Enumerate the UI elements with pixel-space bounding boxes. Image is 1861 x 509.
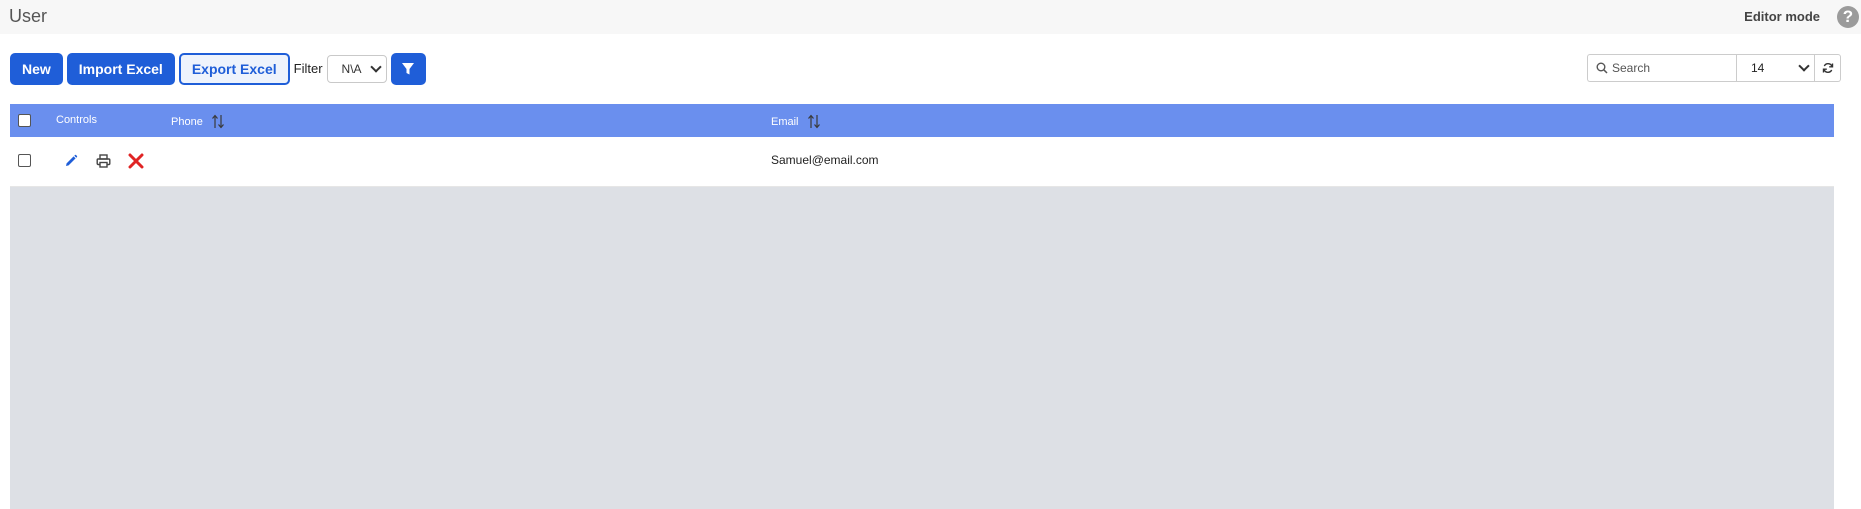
toolbar: New Import Excel Export Excel Filter N\A	[10, 53, 426, 85]
page-size-value: 14	[1751, 61, 1765, 75]
search-input[interactable]: Search	[1587, 54, 1736, 82]
chevron-down-icon	[369, 61, 382, 73]
column-controls-label: Controls	[56, 114, 97, 126]
column-email[interactable]: Email	[771, 114, 821, 129]
page-title: User	[9, 6, 48, 26]
new-button[interactable]: New	[10, 53, 63, 85]
apply-filter-button[interactable]	[390, 53, 426, 85]
sort-icon[interactable]	[807, 114, 821, 129]
search-icon	[1596, 62, 1608, 74]
page-size-select[interactable]: 14	[1736, 54, 1815, 82]
grid-empty-area	[10, 187, 1834, 509]
column-controls: Controls	[56, 114, 97, 126]
grid-header: Controls Phone Email	[10, 104, 1834, 137]
top-bar: User Editor mode ?	[0, 0, 1861, 34]
column-phone-label: Phone	[171, 115, 203, 128]
edit-icon[interactable]	[62, 152, 80, 170]
chevron-down-icon	[1798, 60, 1810, 72]
select-all-checkbox[interactable]	[18, 114, 31, 127]
funnel-icon	[402, 63, 415, 75]
filter-select[interactable]: N\A	[326, 55, 387, 83]
print-icon[interactable]	[94, 152, 112, 170]
column-phone[interactable]: Phone	[171, 114, 225, 129]
table-row: Samuel@email.com	[10, 137, 1834, 187]
import-excel-button[interactable]: Import Excel	[66, 53, 175, 85]
email-cell: Samuel@email.com	[771, 153, 879, 167]
export-excel-button[interactable]: Export Excel	[178, 53, 290, 85]
editor-mode-toggle[interactable]: Editor mode	[1744, 9, 1820, 24]
filter-label: Filter	[293, 60, 323, 76]
column-email-label: Email	[771, 115, 799, 128]
row-checkbox[interactable]	[18, 154, 31, 167]
delete-icon[interactable]	[127, 152, 145, 170]
grid-tools: Search 14	[1587, 54, 1841, 82]
filter-select-value: N\A	[341, 62, 362, 76]
refresh-button[interactable]	[1815, 54, 1841, 82]
search-placeholder: Search	[1612, 61, 1651, 75]
refresh-icon	[1822, 63, 1833, 73]
help-icon[interactable]: ?	[1837, 6, 1859, 28]
user-grid: Controls Phone Email Samuel@email.com	[10, 104, 1834, 509]
sort-icon[interactable]	[211, 114, 225, 129]
